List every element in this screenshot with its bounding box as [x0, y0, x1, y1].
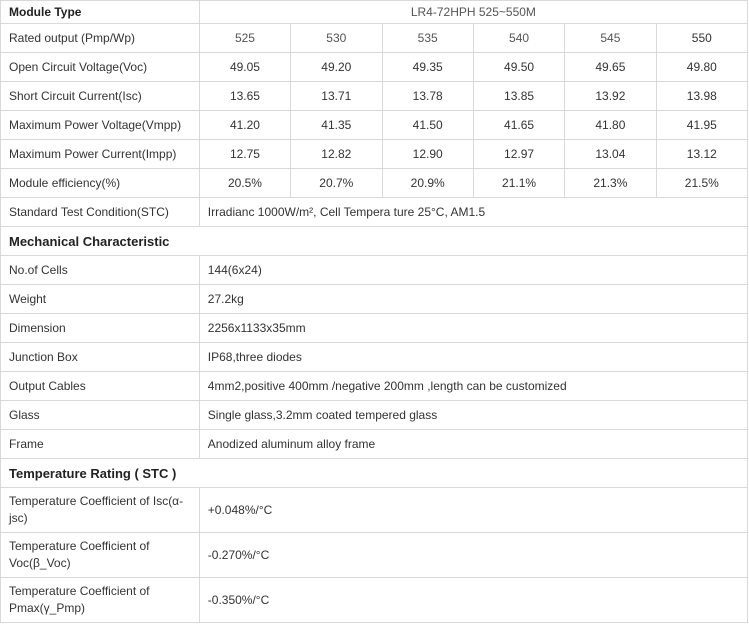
cell-value: 13.92: [564, 81, 657, 111]
row-label: Short Circuit Current(Isc): [0, 81, 200, 111]
table-row: Short Circuit Current(Isc) 13.65 13.71 1…: [0, 81, 749, 111]
cell-value: 20.9%: [381, 168, 474, 198]
cell-value: 41.80: [564, 110, 657, 140]
module-type-value: LR4-72HPH 525~550M: [198, 0, 749, 24]
cell-value: 545: [564, 23, 657, 53]
module-type-label: Module Type: [0, 0, 200, 24]
table-row: Temperature Coefficient of Isc(α-jsc) +0…: [0, 487, 749, 533]
row-label: Maximum Power Current(Impp): [0, 139, 200, 169]
cell-value: 21.1%: [472, 168, 566, 198]
row-label-line: jsc): [9, 511, 28, 525]
row-label: Dimension: [0, 313, 200, 343]
cell-value: 540: [472, 23, 566, 53]
spec-table: Module Type LR4-72HPH 525~550M Rated out…: [0, 0, 749, 623]
cell-value: 49.20: [290, 52, 383, 82]
row-value: 144(6x24): [198, 255, 749, 285]
table-row: Maximum Power Voltage(Vmpp) 41.20 41.35 …: [0, 110, 749, 140]
row-label-line: Temperature Coefficient of Isc(α-: [9, 494, 184, 508]
cell-value: 49.65: [564, 52, 657, 82]
cell-value: 12.75: [198, 139, 292, 169]
table-row: Glass Single glass,3.2mm coated tempered…: [0, 400, 749, 430]
cell-value: 13.78: [381, 81, 474, 111]
table-row: Output Cables 4mm2,positive 400mm /negat…: [0, 371, 749, 401]
row-label: Temperature Coefficient of Voc(β_Voc): [0, 532, 200, 578]
table-row: Maximum Power Current(Impp) 12.75 12.82 …: [0, 139, 749, 169]
cell-value: 530: [290, 23, 383, 53]
table-row: Weight 27.2kg: [0, 284, 749, 314]
row-value: -0.350%/°C: [198, 577, 749, 623]
cell-value: 12.97: [472, 139, 566, 169]
section-header-mechanical: Mechanical Characteristic: [0, 226, 748, 256]
cell-value: 41.20: [198, 110, 292, 140]
row-label: Open Circuit Voltage(Voc): [0, 52, 200, 82]
row-value: Single glass,3.2mm coated tempered glass: [198, 400, 749, 430]
cell-value: 12.82: [290, 139, 383, 169]
row-value: -0.270%/°C: [198, 532, 749, 578]
cell-value: 21.3%: [564, 168, 657, 198]
row-label: Frame: [0, 429, 200, 459]
table-row: Standard Test Condition(STC) Irradianc 1…: [0, 197, 749, 227]
module-type-row: Module Type LR4-72HPH 525~550M: [0, 0, 749, 24]
row-value: Anodized aluminum alloy frame: [198, 429, 749, 459]
cell-value: 13.04: [564, 139, 657, 169]
row-label: Module efficiency(%): [0, 168, 200, 198]
row-label: Temperature Coefficient of Isc(α-jsc): [0, 487, 200, 533]
cell-value: 21.5%: [655, 168, 749, 198]
cell-value: 49.05: [198, 52, 292, 82]
row-label: Junction Box: [0, 342, 200, 372]
table-row: No.of Cells 144(6x24): [0, 255, 749, 285]
section-title: Mechanical Characteristic: [0, 226, 748, 256]
row-label-line: Temperature Coefficient of: [9, 584, 150, 598]
cell-value: 13.12: [655, 139, 749, 169]
cell-value: 12.90: [381, 139, 474, 169]
cell-value: 49.80: [655, 52, 749, 82]
row-label-line: Pmax(γ_Pmp): [9, 601, 86, 615]
table-row: Frame Anodized aluminum alloy frame: [0, 429, 749, 459]
row-label: Weight: [0, 284, 200, 314]
cell-value: 13.85: [472, 81, 566, 111]
table-row: Dimension 2256x1133x35mm: [0, 313, 749, 343]
section-header-temperature: Temperature Rating ( STC ): [0, 458, 748, 488]
cell-value: 550: [655, 23, 749, 53]
cell-value: 49.50: [472, 52, 566, 82]
table-row: Junction Box IP68,three diodes: [0, 342, 749, 372]
cell-value: 41.50: [381, 110, 474, 140]
row-value: IP68,three diodes: [198, 342, 749, 372]
cell-value: 525: [198, 23, 292, 53]
row-label: Output Cables: [0, 371, 200, 401]
table-row: Module efficiency(%) 20.5% 20.7% 20.9% 2…: [0, 168, 749, 198]
row-label: Glass: [0, 400, 200, 430]
row-label: Rated output (Pmp/Wp): [0, 23, 200, 53]
cell-value: 41.95: [655, 110, 749, 140]
row-value: 2256x1133x35mm: [198, 313, 749, 343]
cell-value: 41.65: [472, 110, 566, 140]
section-title: Temperature Rating ( STC ): [0, 458, 748, 488]
cell-value: 13.71: [290, 81, 383, 111]
table-row: Rated output (Pmp/Wp) 525 530 535 540 54…: [0, 23, 749, 53]
cell-value: 13.65: [198, 81, 292, 111]
cell-value: 13.98: [655, 81, 749, 111]
cell-value: 535: [381, 23, 474, 53]
row-value: +0.048%/°C: [198, 487, 749, 533]
row-label-line: Voc(β_Voc): [9, 556, 71, 570]
row-label: Standard Test Condition(STC): [0, 197, 200, 227]
row-value: Irradianc 1000W/m², Cell Tempera ture 25…: [198, 197, 749, 227]
cell-value: 41.35: [290, 110, 383, 140]
cell-value: 20.7%: [290, 168, 383, 198]
table-row: Temperature Coefficient of Voc(β_Voc) -0.…: [0, 532, 749, 578]
row-label: No.of Cells: [0, 255, 200, 285]
row-label: Temperature Coefficient of Pmax(γ_Pmp): [0, 577, 200, 623]
cell-value: 49.35: [381, 52, 474, 82]
table-row: Temperature Coefficient of Pmax(γ_Pmp) -0…: [0, 577, 749, 623]
row-value: 4mm2,positive 400mm /negative 200mm ,len…: [198, 371, 749, 401]
row-label: Maximum Power Voltage(Vmpp): [0, 110, 200, 140]
table-row: Open Circuit Voltage(Voc) 49.05 49.20 49…: [0, 52, 749, 82]
cell-value: 20.5%: [198, 168, 292, 198]
row-label-line: Temperature Coefficient of: [9, 539, 150, 553]
row-value: 27.2kg: [198, 284, 749, 314]
